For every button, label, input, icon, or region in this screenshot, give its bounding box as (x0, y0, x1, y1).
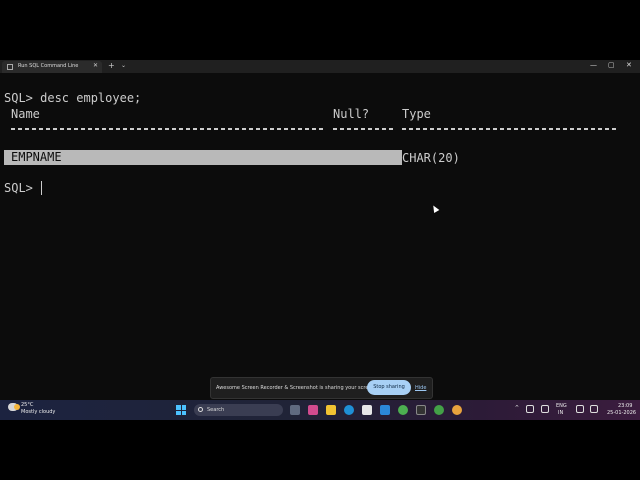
stop-sharing-button[interactable]: Stop sharing (367, 380, 411, 395)
search-placeholder: Search (207, 407, 225, 413)
speaker-icon[interactable] (590, 405, 598, 413)
row-type: CHAR(20) (402, 151, 460, 165)
share-message: Awesome Screen Recorder & Screenshot is … (216, 385, 377, 391)
header-rule-null (333, 128, 394, 130)
clock-date[interactable]: 25-01-2026 (607, 410, 636, 416)
chrome-alt-icon[interactable] (434, 405, 444, 415)
chrome-icon[interactable] (398, 405, 408, 415)
title-bar: Run SQL Command Line ✕ + ⌄ — ▢ ✕ (0, 60, 640, 73)
chevron-up-icon[interactable]: ⌃ (514, 404, 520, 412)
terminal-tab[interactable]: Run SQL Command Line ✕ (2, 61, 102, 73)
terminal-icon[interactable] (416, 405, 426, 415)
text-cursor (41, 181, 42, 195)
command-line: SQL> desc employee; (4, 91, 142, 105)
header-name: Name (11, 107, 40, 121)
chrome-profile-icon[interactable] (452, 405, 462, 415)
temperature[interactable]: 25°C (21, 402, 33, 408)
start-button-icon[interactable] (176, 405, 186, 415)
tab-close-icon[interactable]: ✕ (93, 62, 98, 69)
terminal-output[interactable]: SQL> desc employee; Name Null? Type EMPN… (0, 73, 640, 400)
terminal-tab-icon (7, 64, 13, 70)
header-rule-name (11, 128, 325, 130)
taskbar-search[interactable]: Search (194, 404, 283, 416)
sql-prompt: SQL> (4, 181, 41, 195)
file-explorer-icon[interactable] (326, 405, 336, 415)
network-icon[interactable] (526, 405, 534, 413)
header-null: Null? (333, 107, 370, 121)
wifi-icon[interactable] (576, 405, 584, 413)
copilot-icon[interactable] (308, 405, 318, 415)
row-name: EMPNAME (11, 150, 62, 164)
mail-icon[interactable] (380, 405, 390, 415)
new-tab-button[interactable]: + (108, 61, 115, 70)
screen: Run SQL Command Line ✕ + ⌄ — ▢ ✕ SQL> de… (0, 60, 640, 420)
screen-share-bar: Awesome Screen Recorder & Screenshot is … (210, 377, 433, 399)
close-button[interactable]: ✕ (626, 61, 632, 69)
selected-row-highlight: EMPNAME (4, 150, 402, 165)
sun-icon (14, 404, 20, 410)
tab-dropdown-button[interactable]: ⌄ (121, 62, 126, 69)
tab-title: Run SQL Command Line (18, 63, 79, 69)
maximize-button[interactable]: ▢ (608, 61, 615, 69)
header-type: Type (402, 107, 431, 121)
task-view-icon[interactable] (290, 405, 300, 415)
taskbar: 25°C Mostly cloudy Search ⌃ ENG IN 23:09… (0, 400, 640, 420)
weather-cloud-icon[interactable] (8, 403, 20, 411)
search-icon (198, 407, 203, 412)
minimize-button[interactable]: — (590, 61, 597, 69)
store-icon[interactable] (362, 405, 372, 415)
clock-time[interactable]: 23:09 (618, 403, 632, 409)
tray-app-icon[interactable] (541, 405, 549, 413)
header-rule-type (402, 128, 617, 130)
hide-link[interactable]: Hide (415, 385, 426, 391)
edge-icon[interactable] (344, 405, 354, 415)
language-line1[interactable]: ENG (556, 403, 567, 409)
language-line2[interactable]: IN (558, 410, 563, 416)
weather-condition[interactable]: Mostly cloudy (21, 409, 55, 415)
